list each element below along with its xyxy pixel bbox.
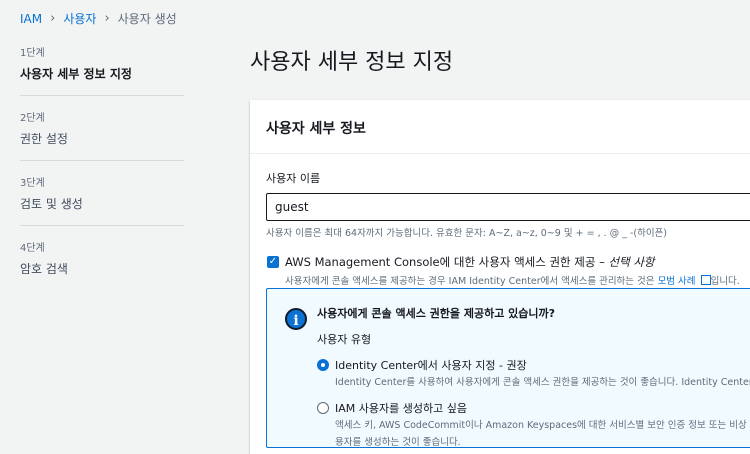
username-hint: 사용자 이름은 최대 64자까지 가능합니다. 유효한 문자: A~Z, a~z… — [266, 228, 668, 239]
step-title: 검토 및 생성 — [20, 197, 83, 211]
radio-identity-center[interactable] — [317, 359, 329, 371]
user-type-label: 사용자 유형 — [317, 333, 372, 346]
console-access-checkbox[interactable]: ✓ — [267, 256, 279, 268]
radio-identity-center-label[interactable]: Identity Center에서 사용자 지정 - 권장 — [335, 357, 750, 373]
console-desc-suffix: 입니다. — [710, 276, 740, 287]
page-title: 사용자 세부 정보 지정 — [250, 50, 454, 75]
step-title: 권한 설정 — [20, 132, 68, 146]
step-number: 3단계 — [20, 178, 45, 189]
console-access-desc: 사용자에게 콘솔 액세스를 제공하는 경우 IAM Identity Cente… — [285, 273, 740, 287]
breadcrumb-users[interactable]: 사용자 — [63, 10, 96, 27]
radio-identity-center-text: Identity Center에서 사용자 지정 - 권장 Identity C… — [335, 357, 750, 390]
console-access-label-text: AWS Management Console에 대한 사용자 액세스 권한 제공… — [285, 255, 609, 269]
radio-identity-center-desc: Identity Center를 사용하여 사용자에게 콘솔 액세스 권한을 제… — [335, 377, 750, 388]
breadcrumb-iam[interactable]: IAM — [20, 12, 42, 26]
panel-body: 사용자 이름 사용자 이름은 최대 64자까지 가능합니다. 유효한 문자: A… — [250, 154, 750, 303]
user-details-panel: 사용자 세부 정보 사용자 이름 사용자 이름은 최대 64자까지 가능합니다.… — [250, 100, 750, 454]
step-title: 암호 검색 — [20, 262, 68, 276]
chevron-right-icon: › — [50, 11, 56, 26]
username-input[interactable] — [266, 193, 750, 221]
username-label: 사용자 이름 — [266, 172, 321, 185]
step-number: 2단계 — [20, 113, 45, 124]
step-2: 2단계 권한 설정 — [20, 109, 184, 161]
info-content: 사용자에게 콘솔 액세스 권한을 제공하고 있습니까? 사용자 유형 Ident… — [317, 305, 750, 450]
panel-title: 사용자 세부 정보 — [250, 100, 750, 154]
radio-iam-user-desc-2: 용자를 생성하는 것이 좋습니다. — [335, 437, 461, 448]
radio-iam-user-label[interactable]: IAM 사용자를 생성하고 싶음 — [335, 400, 750, 416]
best-practice-link[interactable]: 모범 사례 — [658, 276, 696, 287]
radio-iam-user-text: IAM 사용자를 생성하고 싶음 액세스 키, AWS CodeCommit이나… — [335, 400, 750, 450]
breadcrumb: IAM › 사용자 › 사용자 생성 — [20, 10, 177, 27]
step-number: 1단계 — [20, 48, 45, 59]
breadcrumb-current: 사용자 생성 — [117, 12, 177, 26]
step-1: 1단계 사용자 세부 정보 지정 — [20, 44, 184, 96]
radio-iam-user-desc-1: 액세스 키, AWS CodeCommit이나 Amazon Keyspaces… — [335, 420, 750, 431]
external-link-icon[interactable] — [700, 275, 711, 285]
console-desc-prefix: 사용자에게 콘솔 액세스를 제공하는 경우 IAM Identity Cente… — [285, 276, 658, 287]
wizard-steps: 1단계 사용자 세부 정보 지정 2단계 권한 설정 3단계 검토 및 생성 4… — [20, 44, 184, 303]
step-4: 4단계 암호 검색 — [20, 239, 184, 290]
step-3: 3단계 검토 및 생성 — [20, 174, 184, 226]
console-access-label[interactable]: AWS Management Console에 대한 사용자 액세스 권한 제공… — [285, 254, 740, 270]
step-title: 사용자 세부 정보 지정 — [20, 67, 132, 81]
step-number: 4단계 — [20, 243, 45, 254]
radio-iam-user[interactable] — [317, 402, 329, 414]
chevron-right-icon: › — [104, 11, 110, 26]
info-icon: i — [285, 308, 307, 330]
console-access-info-box: i 사용자에게 콘솔 액세스 권한을 제공하고 있습니까? 사용자 유형 Ide… — [266, 288, 750, 448]
console-access-row: ✓ AWS Management Console에 대한 사용자 액세스 권한 … — [266, 254, 750, 287]
info-question: 사용자에게 콘솔 액세스 권한을 제공하고 있습니까? — [317, 307, 556, 320]
radio-identity-center-row[interactable]: Identity Center에서 사용자 지정 - 권장 Identity C… — [317, 357, 750, 390]
console-access-text: AWS Management Console에 대한 사용자 액세스 권한 제공… — [285, 254, 740, 287]
radio-iam-user-row[interactable]: IAM 사용자를 생성하고 싶음 액세스 키, AWS CodeCommit이나… — [317, 400, 750, 450]
optional-tag: 선택 사항 — [608, 255, 655, 269]
